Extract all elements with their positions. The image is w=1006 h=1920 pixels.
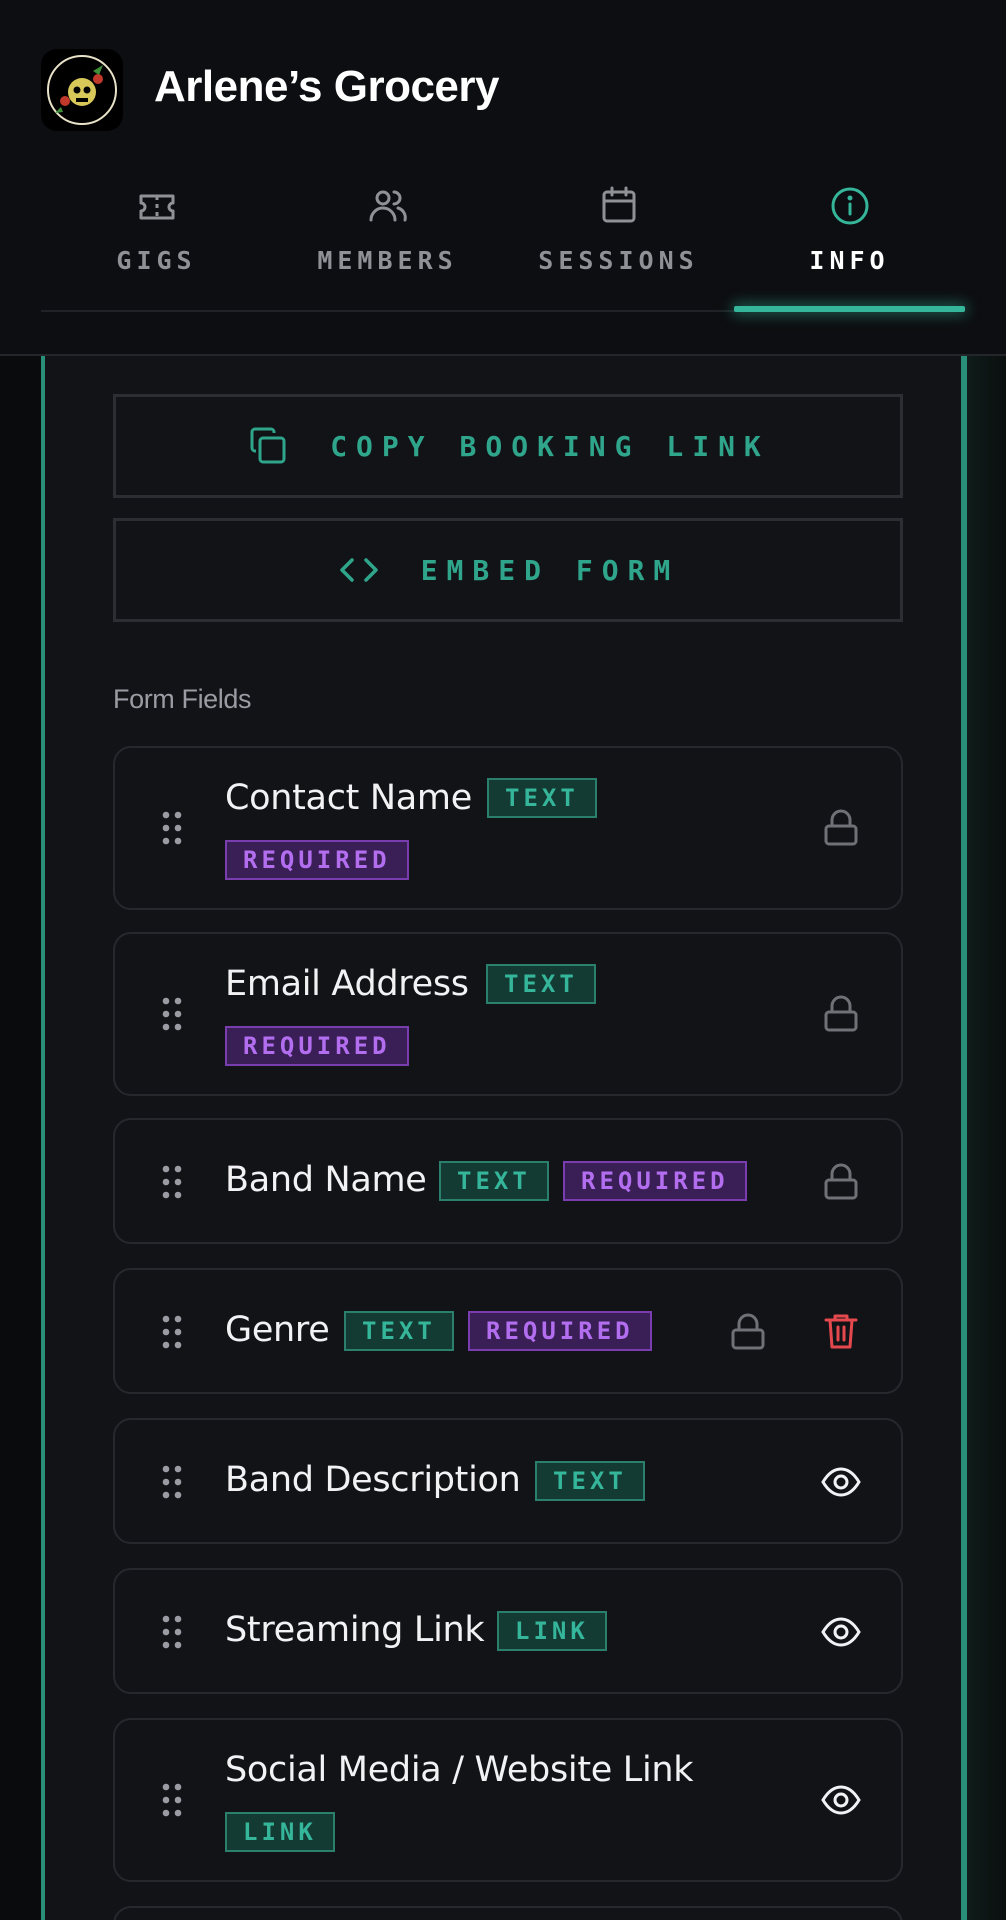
info-icon — [831, 187, 868, 225]
drag-handle-icon[interactable] — [161, 1464, 183, 1500]
form-field-card[interactable]: Social Media / Website Link LINK — [113, 1718, 903, 1882]
info-panel: COPY BOOKING LINK EMBED FORM Form Fields… — [41, 356, 967, 1920]
eye-icon[interactable] — [821, 1462, 861, 1502]
app-title: Arlene’s Grocery — [154, 62, 500, 111]
copy-icon — [250, 427, 286, 464]
tab-label: SESSIONS — [538, 246, 699, 275]
field-name: Contact Name — [225, 778, 472, 818]
app-header: Arlene’s Grocery GIGS MEMBERS SESSIONS I… — [0, 0, 1006, 356]
form-fields-title: Form Fields — [113, 684, 252, 714]
form-field-card[interactable]: Band Description TEXT — [113, 1418, 903, 1544]
field-type-badge: TEXT — [486, 964, 596, 1004]
field-type-badge: TEXT — [344, 1311, 454, 1351]
lock-icon[interactable] — [821, 994, 861, 1034]
background-edge — [967, 356, 1006, 1920]
form-field-card[interactable]: Band Name TEXT REQUIRED — [113, 1118, 903, 1244]
drag-handle-icon[interactable] — [161, 1782, 183, 1818]
embed-form-button[interactable]: EMBED FORM — [113, 518, 903, 622]
tab-bar: GIGS MEMBERS SESSIONS INFO — [41, 170, 965, 312]
drag-handle-icon[interactable] — [161, 996, 183, 1032]
eye-icon[interactable] — [821, 1612, 861, 1652]
eye-icon[interactable] — [821, 1780, 861, 1820]
field-type-badge: LINK — [497, 1611, 607, 1651]
tab-gigs[interactable]: GIGS — [41, 170, 272, 310]
trash-icon[interactable] — [821, 1311, 861, 1351]
field-name: Band Name — [225, 1160, 427, 1200]
field-name: Email Address — [225, 964, 469, 1004]
field-name: Streaming Link — [225, 1610, 485, 1650]
ticket-icon — [139, 194, 174, 220]
tab-info[interactable]: INFO — [734, 170, 965, 312]
lock-icon[interactable] — [821, 808, 861, 848]
button-label: EMBED FORM — [420, 553, 680, 587]
drag-handle-icon[interactable] — [161, 1164, 183, 1200]
lock-icon[interactable] — [821, 1162, 861, 1202]
drag-handle-icon[interactable] — [161, 1614, 183, 1650]
form-field-card[interactable]: Genre TEXT REQUIRED — [113, 1268, 903, 1394]
form-field-card[interactable]: Email Address TEXT REQUIRED — [113, 932, 903, 1096]
tab-label: GIGS — [116, 246, 197, 275]
required-badge: REQUIRED — [563, 1161, 747, 1201]
lock-icon[interactable] — [728, 1312, 768, 1352]
required-badge: REQUIRED — [225, 1026, 409, 1066]
field-name: Genre — [225, 1310, 330, 1350]
active-tab-indicator — [734, 306, 965, 312]
tab-sessions[interactable]: SESSIONS — [503, 170, 734, 310]
form-field-card[interactable] — [113, 1906, 903, 1920]
field-type-badge: TEXT — [439, 1161, 549, 1201]
copy-booking-link-button[interactable]: COPY BOOKING LINK — [113, 394, 903, 498]
tab-label: INFO — [809, 246, 890, 275]
calendar-icon — [602, 186, 635, 223]
field-name: Band Description — [225, 1460, 521, 1500]
required-badge: REQUIRED — [468, 1311, 652, 1351]
field-type-badge: TEXT — [535, 1461, 645, 1501]
form-field-card[interactable]: Streaming Link LINK — [113, 1568, 903, 1694]
form-field-card[interactable]: Contact Name TEXT REQUIRED — [113, 746, 903, 910]
tab-label: MEMBERS — [317, 246, 458, 275]
field-type-badge: LINK — [225, 1812, 335, 1852]
drag-handle-icon[interactable] — [161, 810, 183, 846]
drag-handle-icon[interactable] — [161, 1314, 183, 1350]
tab-members[interactable]: MEMBERS — [272, 170, 503, 310]
field-name: Social Media / Website Link — [225, 1750, 694, 1790]
users-icon — [369, 190, 407, 222]
required-badge: REQUIRED — [225, 840, 409, 880]
button-label: COPY BOOKING LINK — [330, 429, 770, 463]
code-icon — [339, 558, 378, 582]
venue-logo — [41, 49, 123, 131]
field-type-badge: TEXT — [487, 778, 597, 818]
